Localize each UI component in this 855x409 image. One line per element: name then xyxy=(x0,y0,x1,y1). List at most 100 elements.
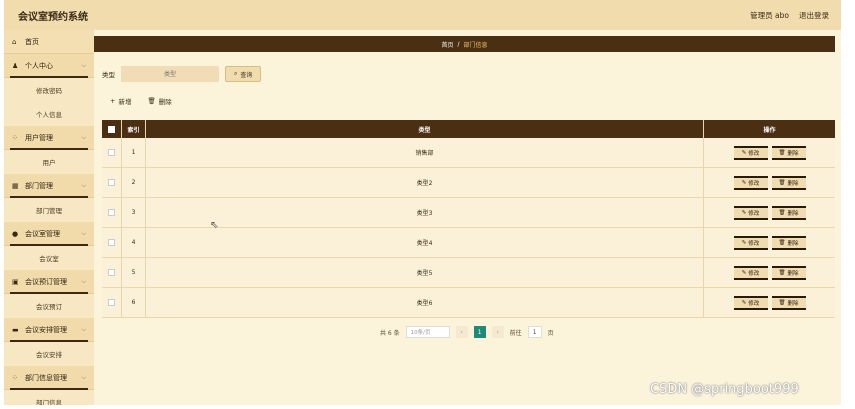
edit-button[interactable]: ✎ 修改 xyxy=(733,235,768,250)
row-checkbox-cell[interactable] xyxy=(102,258,122,287)
header-op: 操作 xyxy=(763,126,776,134)
query-button[interactable]: ⌕ 查询 xyxy=(225,66,262,82)
page-size-select[interactable]: 10条/页 xyxy=(405,326,450,338)
chevron-down-icon: ⌵ xyxy=(81,373,86,381)
edit-button[interactable]: ✎ 修改 xyxy=(733,145,768,160)
home-icon: ⌂ xyxy=(12,37,17,46)
edit-button[interactable]: ✎ 修改 xyxy=(733,175,768,190)
delete-button[interactable]: 🗑 删除 xyxy=(771,175,806,190)
breadcrumb-separator: / xyxy=(457,40,460,48)
table-row: 5 类型5 ✎ 修改 🗑 删除 xyxy=(102,258,835,288)
sidebar-item-home[interactable]: ⌂ 首页 xyxy=(4,30,94,54)
trash-icon: 🗑 xyxy=(778,179,786,186)
breadcrumb-home[interactable]: 首页 xyxy=(441,40,453,49)
delete-button[interactable]: 🗑 删除 xyxy=(771,265,806,280)
row-checkbox[interactable] xyxy=(108,149,115,156)
app-title: 会议室预约系统 xyxy=(18,11,88,23)
select-all-cell[interactable] xyxy=(102,120,122,138)
edit-button[interactable]: ✎ 修改 xyxy=(733,295,768,310)
sidebar-item-dept-mgmt[interactable]: ▦ 部门管理 ⌵ xyxy=(4,174,94,198)
row-checkbox[interactable] xyxy=(108,179,115,186)
header-right: 管理员 abo 退出登录 xyxy=(750,10,829,21)
next-page-icon[interactable]: › xyxy=(491,326,504,338)
table-row: 6 类型6 ✎ 修改 🗑 删除 xyxy=(102,288,835,318)
sidebar-item-user[interactable]: 用户 xyxy=(4,150,94,174)
trash-icon: 🗑 xyxy=(147,97,156,105)
chevron-down-icon: ⌵ xyxy=(81,181,86,189)
delete-button[interactable]: 🗑 删除 xyxy=(771,295,806,310)
user-role: 管理员 abo xyxy=(750,10,789,20)
table-icon: ▦ xyxy=(12,181,19,190)
table-row: 2 类型2 ✎ 修改 🗑 删除 xyxy=(102,168,835,198)
edit-icon: ✎ xyxy=(741,239,747,246)
breadcrumb: 首页 / 部门信息 xyxy=(94,36,835,52)
watermark: CSDN @springboot999 xyxy=(650,382,799,397)
sidebar-item-personal-info[interactable]: 个人信息 xyxy=(4,102,94,126)
edit-icon: ✎ xyxy=(741,299,747,306)
sidebar-item-room[interactable]: 会议室 xyxy=(4,246,94,270)
table-row: 1 销售部 ✎ 修改 🗑 删除 xyxy=(102,138,835,168)
page-number-current[interactable]: 1 xyxy=(473,326,486,338)
chevron-down-icon: ⌵ xyxy=(81,229,86,237)
type-search-input[interactable] xyxy=(121,66,219,82)
top-header: 会议室预约系统 管理员 abo 退出登录 xyxy=(4,0,841,30)
calendar-icon: ▣ xyxy=(12,277,19,286)
row-checkbox[interactable] xyxy=(108,299,115,306)
delete-button[interactable]: 🗑 删除 xyxy=(771,205,806,220)
batch-delete-button[interactable]: 🗑 删除 xyxy=(147,96,171,106)
row-actions: ✎ 修改 🗑 删除 xyxy=(704,228,835,257)
table-header: 索引 类型 操作 xyxy=(102,120,835,138)
sidebar-item-arrange[interactable]: 会议安排 xyxy=(4,342,94,366)
select-all-checkbox[interactable] xyxy=(108,125,115,133)
main-content: 首页 / 部门信息 类型 ⌕查询 +新增 🗑删除 索引 类型 操作 1销售部✎修… xyxy=(94,30,841,405)
database-icon: ● xyxy=(12,229,19,238)
goto-label: 前往 xyxy=(509,329,522,337)
row-checkbox-cell[interactable] xyxy=(102,138,122,167)
toolbar: + 新增 🗑 删除 xyxy=(110,96,172,106)
edit-button[interactable]: ✎ 修改 xyxy=(733,205,768,220)
sidebar-item-dept-info[interactable]: 部门信息 xyxy=(4,390,94,405)
delete-button[interactable]: 🗑 删除 xyxy=(771,235,806,250)
add-button[interactable]: + 新增 xyxy=(110,96,131,106)
prev-page-icon[interactable]: ‹ xyxy=(455,326,468,338)
row-checkbox-cell[interactable] xyxy=(102,288,122,317)
chevron-down-icon: ⌵ xyxy=(81,61,86,69)
trash-icon: 🗑 xyxy=(778,149,786,156)
row-checkbox-cell[interactable] xyxy=(102,198,122,227)
row-checkbox[interactable] xyxy=(108,239,115,246)
sidebar-item-personal-center[interactable]: ♟ 个人中心 ⌵ xyxy=(4,54,94,78)
row-actions: ✎ 修改 🗑 删除 xyxy=(704,258,835,287)
row-type: 类型3 xyxy=(146,198,704,227)
type-filter-label: 类型 xyxy=(102,71,115,79)
trash-icon: 🗑 xyxy=(778,209,786,216)
row-checkbox-cell[interactable] xyxy=(102,228,122,257)
chevron-down-icon: ⌵ xyxy=(81,133,86,141)
trash-icon: 🗑 xyxy=(778,299,786,306)
sidebar-item-user-mgmt[interactable]: ⁘ 用户管理 ⌵ xyxy=(4,126,94,150)
edit-button[interactable]: ✎ 修改 xyxy=(733,265,768,280)
chevron-down-icon: ⌵ xyxy=(81,325,86,333)
edit-icon: ✎ xyxy=(741,209,747,216)
sidebar-item-booking[interactable]: 会议预订 xyxy=(4,294,94,318)
row-actions: ✎ 修改 🗑 删除 xyxy=(704,168,835,197)
delete-button[interactable]: 🗑 删除 xyxy=(771,145,806,160)
sidebar-item-arrange-mgmt[interactable]: ▬ 会议安排管理 ⌵ xyxy=(4,318,94,342)
row-checkbox[interactable] xyxy=(108,269,115,276)
goto-page-input[interactable]: 1 xyxy=(527,326,542,338)
row-actions: ✎ 修改 🗑 删除 xyxy=(704,138,835,167)
header-type: 类型 xyxy=(146,120,704,138)
sidebar-item-dept-sub[interactable]: 部门管理 xyxy=(4,198,94,222)
row-index: 2 xyxy=(122,168,146,197)
total-count: 共 6 条 xyxy=(380,329,400,337)
row-checkbox-cell[interactable] xyxy=(102,168,122,197)
search-icon: ⌕ xyxy=(234,70,238,77)
sidebar-item-change-password[interactable]: 修改密码 xyxy=(4,78,94,102)
edit-icon: ✎ xyxy=(741,269,747,276)
row-type: 类型5 xyxy=(146,258,704,287)
logout-link[interactable]: 退出登录 xyxy=(799,10,829,21)
row-checkbox[interactable] xyxy=(108,209,115,216)
row-type: 类型2 xyxy=(146,168,704,197)
sidebar-item-dept-info-mgmt[interactable]: ⁘ 部门信息管理 ⌵ xyxy=(4,366,94,390)
sidebar-item-room-mgmt[interactable]: ● 会议室管理 ⌵ xyxy=(4,222,94,246)
sidebar-item-booking-mgmt[interactable]: ▣ 会议预订管理 ⌵ xyxy=(4,270,94,294)
